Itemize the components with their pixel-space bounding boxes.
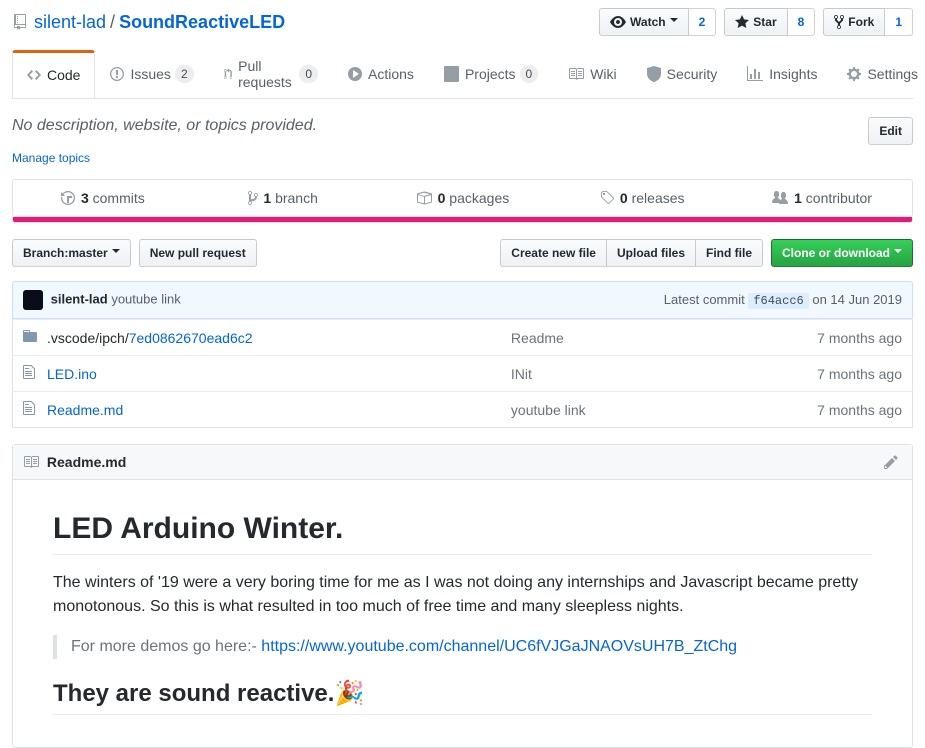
folder-icon [13, 320, 38, 356]
table-row: .vscode/ipch/7ed0862670ead6c2 Readme7 mon… [13, 320, 913, 356]
tab-actions[interactable]: Actions [333, 50, 429, 98]
readme-filename: Readme.md [47, 454, 126, 470]
repo-description: No description, website, or topics provi… [12, 117, 317, 135]
commit-message[interactable]: youtube link [111, 291, 180, 306]
file-commit-message[interactable]: youtube link [501, 392, 696, 428]
tag-icon [600, 190, 614, 206]
manage-topics-link[interactable]: Manage topics [12, 151, 913, 165]
people-icon [772, 190, 788, 206]
table-row: Readme.md youtube link7 months ago [13, 392, 913, 428]
tab-settings[interactable]: Settings [832, 50, 925, 98]
file-icon [13, 392, 38, 428]
file-icon [13, 356, 38, 392]
file-name-prefix: .vscode/ipch/ [47, 330, 129, 346]
tab-projects[interactable]: Projects0 [429, 50, 553, 98]
star-button[interactable]: Star [724, 8, 787, 36]
readme-p1: The winters of '19 were a very boring ti… [53, 571, 872, 619]
releases-link[interactable]: 0 releases [600, 190, 685, 206]
latest-commit-label: Latest commit [664, 292, 749, 307]
commits-link[interactable]: 3 commits [61, 190, 145, 206]
packages-link[interactable]: 0 packages [416, 190, 510, 206]
clone-button[interactable]: Clone or download [771, 239, 913, 267]
shield-icon [647, 66, 661, 82]
file-link[interactable]: Readme.md [47, 402, 123, 418]
repo-icon [12, 14, 28, 30]
file-link[interactable]: LED.ino [47, 366, 97, 382]
tab-security[interactable]: Security [632, 50, 733, 98]
readme-youtube-link[interactable]: https://www.youtube.com/channel/UC6fVJGa… [261, 638, 737, 655]
repo-title: silent-lad / SoundReactiveLED [12, 12, 285, 33]
graph-icon [747, 66, 763, 82]
separator: / [110, 12, 115, 33]
fork-count[interactable]: 1 [885, 8, 913, 36]
fork-button[interactable]: Fork [823, 8, 885, 36]
play-icon [348, 66, 362, 82]
book-icon [568, 66, 584, 82]
repo-link[interactable]: SoundReactiveLED [119, 12, 285, 32]
star-count[interactable]: 8 [788, 8, 816, 36]
readme-h1: LED Arduino Winter. [53, 512, 872, 555]
issue-icon [110, 66, 124, 82]
file-commit-message[interactable]: Readme [501, 320, 696, 356]
commit-sha-link[interactable]: f64acc6 [748, 293, 808, 309]
book-icon [23, 454, 39, 470]
tab-insights[interactable]: Insights [732, 50, 832, 98]
file-list: .vscode/ipch/7ed0862670ead6c2 Readme7 mon… [12, 319, 913, 428]
numbers-summary: 3 commits 1 branch 0 packages 0 releases… [12, 179, 913, 217]
contributors-link[interactable]: 1 contributor [772, 190, 872, 206]
branches-link[interactable]: 1 branch [248, 190, 318, 206]
tab-code[interactable]: Code [12, 50, 95, 98]
history-icon [61, 190, 75, 206]
code-icon [27, 67, 41, 83]
branch-icon [248, 190, 258, 206]
edit-readme-button[interactable] [884, 454, 902, 470]
create-file-button[interactable]: Create new file [500, 239, 606, 267]
star-icon [735, 14, 749, 30]
gear-icon [847, 66, 861, 82]
watch-button[interactable]: Watch [599, 8, 689, 36]
eye-icon [610, 14, 626, 30]
readme-box: Readme.md LED Arduino Winter. The winter… [12, 444, 913, 748]
find-file-button[interactable]: Find file [695, 239, 763, 267]
commit-date: on 14 Jun 2019 [809, 292, 902, 307]
project-icon [444, 66, 459, 82]
fork-icon [834, 14, 844, 30]
file-link[interactable]: 7ed0862670ead6c2 [129, 330, 253, 346]
commit-author-link[interactable]: silent-lad [51, 291, 108, 306]
repo-nav: Code Issues2 Pull requests0 Actions Proj… [12, 50, 913, 99]
branch-select-button[interactable]: Branch: master [12, 239, 131, 267]
avatar[interactable] [23, 290, 43, 310]
pencil-icon [884, 454, 898, 470]
file-commit-message[interactable]: INit [501, 356, 696, 392]
edit-button[interactable]: Edit [868, 117, 913, 145]
tab-pulls[interactable]: Pull requests0 [209, 50, 333, 98]
watch-count[interactable]: 2 [689, 8, 717, 36]
tab-issues[interactable]: Issues2 [95, 50, 208, 98]
upload-files-button[interactable]: Upload files [606, 239, 695, 267]
file-age: 7 months ago [696, 320, 913, 356]
commit-tease: silent-lad youtube link Latest commit f6… [12, 281, 913, 319]
owner-link[interactable]: silent-lad [34, 12, 106, 33]
tab-wiki[interactable]: Wiki [553, 50, 631, 98]
table-row: LED.ino INit7 months ago [13, 356, 913, 392]
readme-blockquote: For more demos go here:- https://www.you… [53, 635, 872, 659]
readme-h2: They are sound reactive.🎉 [53, 679, 872, 715]
language-bar[interactable] [12, 217, 913, 223]
pr-icon [224, 66, 232, 82]
file-age: 7 months ago [696, 392, 913, 428]
file-age: 7 months ago [696, 356, 913, 392]
package-icon [416, 190, 432, 206]
new-pr-button[interactable]: New pull request [139, 239, 257, 267]
